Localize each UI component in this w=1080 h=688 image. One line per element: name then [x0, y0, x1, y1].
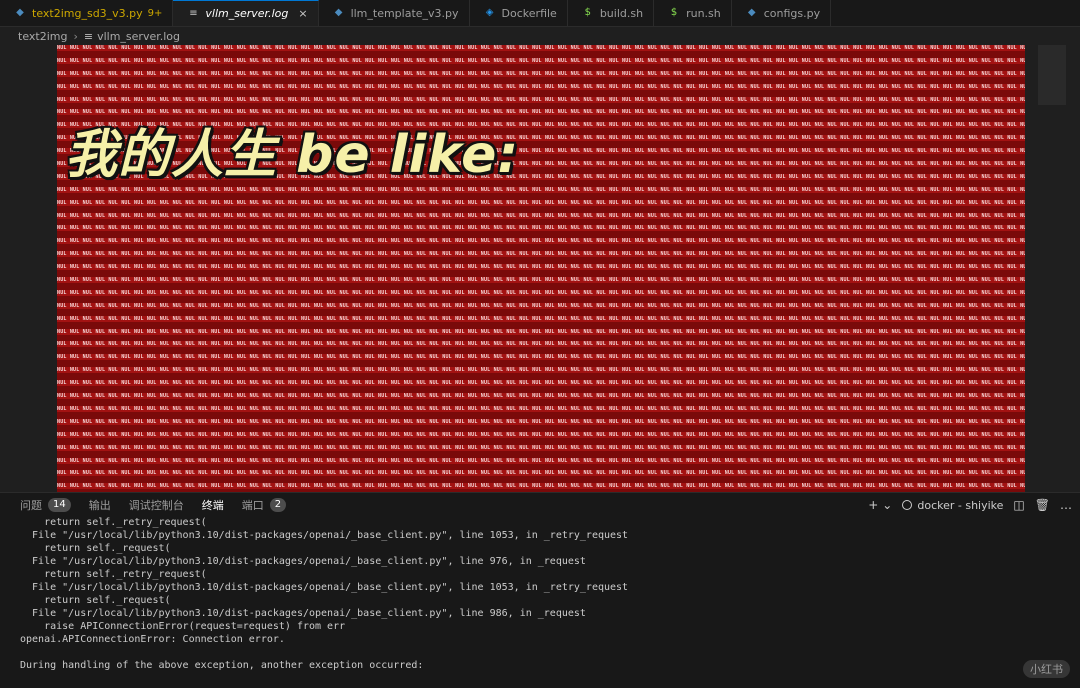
chevron-down-icon[interactable]: ⌄: [882, 498, 892, 512]
panel-tab-label: 终端: [201, 498, 224, 512]
terminal-line: return self._request(: [20, 543, 171, 554]
breadcrumb-folder[interactable]: text2img: [18, 30, 67, 43]
panel-tabs: 问题 14 输出 调试控制台 终端 端口 2: [0, 493, 295, 517]
python-icon: ◆: [747, 7, 756, 18]
terminal-line: return self._request(: [20, 595, 171, 606]
panel-header: 问题 14 输出 调试控制台 终端 端口 2 + ⌄ docker - shiyike ◫ …: [0, 492, 1080, 517]
shell-icon: $: [670, 7, 678, 18]
chevron-right-icon: ›: [73, 29, 78, 43]
panel-tab-2[interactable]: 调试控制台: [120, 493, 193, 517]
nul-line: NUL NUL NUL NUL NUL NUL NUL NUL NUL NUL …: [57, 393, 1025, 400]
nul-line: NUL NUL NUL NUL NUL NUL NUL NUL NUL NUL …: [57, 444, 1025, 451]
terminal-line: File "/usr/local/lib/python3.10/dist-pac…: [20, 530, 629, 541]
terminal[interactable]: return self._retry_request( File "/usr/l…: [0, 516, 1080, 688]
panel-tab-3[interactable]: 终端: [192, 493, 233, 517]
nul-line: NUL NUL NUL NUL NUL NUL NUL NUL NUL NUL …: [57, 431, 1025, 438]
terminal-name: docker - shiyike: [917, 498, 1004, 512]
tab-label: Dockerfile: [501, 6, 557, 20]
terminal-line: return self._retry_request(: [20, 517, 207, 528]
terminal-line: File "/usr/local/lib/python3.10/dist-pac…: [20, 556, 586, 567]
terminal-selector[interactable]: docker - shiyike: [902, 499, 1003, 512]
nul-line: NUL NUL NUL NUL NUL NUL NUL NUL NUL NUL …: [57, 83, 1025, 90]
terminal-line: raise APIConnectionError(request=request…: [20, 621, 346, 632]
tab-label: vllm_server.log: [205, 7, 289, 20]
tab-label: text2img_sd3_v3.py: [32, 6, 143, 20]
tab-6[interactable]: ◆ configs.py: [732, 0, 832, 26]
panel-tab-0[interactable]: 问题 14: [0, 493, 80, 517]
tab-4[interactable]: $ build.sh: [568, 0, 655, 26]
nul-line: NUL NUL NUL NUL NUL NUL NUL NUL NUL NUL …: [57, 264, 1025, 271]
nul-line: NUL NUL NUL NUL NUL NUL NUL NUL NUL NUL …: [57, 354, 1025, 361]
panel-tab-label: 调试控制台: [128, 499, 184, 512]
terminal-line: File "/usr/local/lib/python3.10/dist-pac…: [20, 608, 586, 619]
nul-line: NUL NUL NUL NUL NUL NUL NUL NUL NUL NUL …: [57, 96, 1025, 103]
terminal-line: During handling of the above exception, …: [20, 660, 424, 671]
nul-line: NUL NUL NUL NUL NUL NUL NUL NUL NUL NUL …: [57, 418, 1025, 425]
python-icon: ◆: [334, 7, 343, 18]
terminal-line: openai.APIConnectionError: Connection er…: [20, 634, 285, 645]
panel-tab-4[interactable]: 端口 2: [233, 493, 295, 517]
python-icon: ◆: [16, 7, 24, 18]
tab-1[interactable]: ≡ vllm_server.log ×: [173, 0, 319, 26]
watermark: 小红书: [1023, 660, 1070, 678]
tab-label: configs.py: [763, 6, 821, 20]
file-lines-icon: ≡: [83, 29, 94, 43]
minimap[interactable]: [1038, 45, 1066, 105]
panel-actions: + ⌄ docker - shiyike ◫ 🗑 …: [858, 493, 1072, 517]
nul-line: NUL NUL NUL NUL NUL NUL NUL NUL NUL NUL …: [57, 483, 1025, 490]
terminal-line: File "/usr/local/lib/python3.10/dist-pac…: [20, 582, 629, 593]
tab-2[interactable]: ◆ llm_template_v3.py: [319, 0, 470, 26]
nul-line: NUL NUL NUL NUL NUL NUL NUL NUL NUL NUL …: [57, 380, 1025, 387]
nul-line: NUL NUL NUL NUL NUL NUL NUL NUL NUL NUL …: [57, 45, 1025, 51]
file-lines-icon: ≡: [189, 7, 198, 19]
tab-3[interactable]: ◈ Dockerfile: [470, 0, 568, 26]
nul-line: NUL NUL NUL NUL NUL NUL NUL NUL NUL NUL …: [57, 470, 1025, 477]
shell-icon: $: [584, 7, 592, 18]
nul-line: NUL NUL NUL NUL NUL NUL NUL NUL NUL NUL …: [57, 251, 1025, 258]
nul-line: NUL NUL NUL NUL NUL NUL NUL NUL NUL NUL …: [57, 70, 1025, 77]
meme-caption: 我的人生 be like:: [65, 125, 520, 185]
nul-line: NUL NUL NUL NUL NUL NUL NUL NUL NUL NUL …: [57, 225, 1025, 232]
nul-line: NUL NUL NUL NUL NUL NUL NUL NUL NUL NUL …: [57, 328, 1025, 335]
nul-line: NUL NUL NUL NUL NUL NUL NUL NUL NUL NUL …: [57, 212, 1025, 219]
tab-0[interactable]: ◆ text2img_sd3_v3.py 9+: [0, 0, 174, 26]
nul-line: NUL NUL NUL NUL NUL NUL NUL NUL NUL NUL …: [57, 315, 1025, 322]
split-terminal-icon[interactable]: ◫: [1013, 498, 1024, 512]
breadcrumb-file[interactable]: vllm_server.log: [97, 30, 180, 43]
nul-line: NUL NUL NUL NUL NUL NUL NUL NUL NUL NUL …: [57, 186, 1025, 193]
panel-tab-label: 输出: [88, 499, 111, 512]
panel-tab-1[interactable]: 输出: [80, 493, 120, 517]
nul-line: NUL NUL NUL NUL NUL NUL NUL NUL NUL NUL …: [57, 199, 1025, 206]
panel-tab-label: 端口: [241, 499, 264, 512]
nul-line: NUL NUL NUL NUL NUL NUL NUL NUL NUL NUL …: [57, 57, 1025, 64]
terminal-line: return self._retry_request(: [20, 569, 207, 580]
tab-label: build.sh: [599, 6, 644, 20]
docker-icon: [902, 500, 913, 510]
nul-line: NUL NUL NUL NUL NUL NUL NUL NUL NUL NUL …: [57, 457, 1025, 464]
breadcrumb: text2img › ≡ vllm_server.log: [0, 27, 1080, 45]
tab-label: run.sh: [686, 6, 721, 20]
trash-icon[interactable]: 🗑: [1035, 498, 1050, 512]
more-actions-icon[interactable]: …: [1060, 498, 1072, 512]
nul-line: NUL NUL NUL NUL NUL NUL NUL NUL NUL NUL …: [57, 341, 1025, 348]
count-badge: 2: [269, 498, 287, 512]
nul-line: NUL NUL NUL NUL NUL NUL NUL NUL NUL NUL …: [57, 367, 1025, 374]
panel-tab-label: 问题: [20, 499, 42, 512]
editor-area[interactable]: NUL NUL NUL NUL NUL NUL NUL NUL NUL NUL …: [0, 45, 1080, 492]
editor-tab-bar: ◆ text2img_sd3_v3.py 9+ ≡ vllm_server.log × ◆ l…: [0, 0, 1080, 27]
nul-line: NUL NUL NUL NUL NUL NUL NUL NUL NUL NUL …: [57, 302, 1025, 309]
nul-line: NUL NUL NUL NUL NUL NUL NUL NUL NUL NUL …: [57, 238, 1025, 245]
count-badge: 14: [48, 498, 71, 512]
close-icon[interactable]: ×: [298, 7, 307, 20]
nul-line: NUL NUL NUL NUL NUL NUL NUL NUL NUL NUL …: [57, 405, 1025, 412]
nul-line: NUL NUL NUL NUL NUL NUL NUL NUL NUL NUL …: [57, 289, 1025, 296]
tab-label: llm_template_v3.py: [350, 6, 459, 20]
add-terminal-icon[interactable]: +: [868, 498, 878, 512]
problem-count-badge: 9+: [147, 7, 163, 19]
docker-icon: ◈: [485, 7, 494, 18]
tab-5[interactable]: $ run.sh: [654, 0, 732, 26]
nul-line: NUL NUL NUL NUL NUL NUL NUL NUL NUL NUL …: [57, 277, 1025, 284]
